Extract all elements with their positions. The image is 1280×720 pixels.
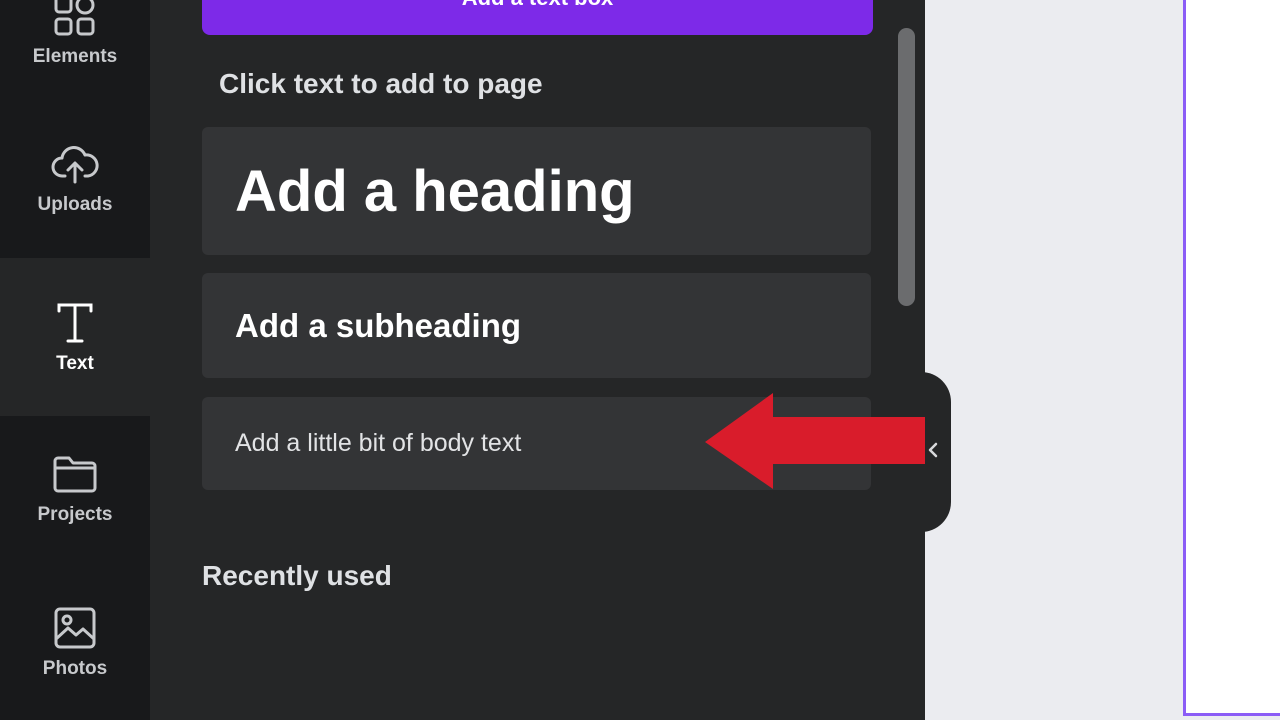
editor-window: Elements Uploads Text Projects Photos Cl…: [0, 0, 1280, 720]
chevron-left-icon: [926, 441, 940, 464]
rail-item-label: Photos: [42, 658, 108, 679]
panel-scrollbar[interactable]: [898, 28, 915, 306]
rail-item-label: Projects: [37, 504, 113, 525]
rail-item-uploads[interactable]: Uploads: [0, 140, 150, 250]
rail-item-elements[interactable]: Elements: [0, 0, 150, 84]
rail-item-photos[interactable]: Photos: [0, 604, 150, 704]
photo-icon: [51, 604, 99, 652]
rail-item-label: Elements: [32, 46, 118, 67]
click-text-title: Click text to add to page: [219, 68, 543, 99]
rail-item-label: Text: [56, 353, 94, 374]
folder-icon: [51, 450, 99, 498]
rail-item-text[interactable]: Text: [0, 258, 150, 416]
add-subheading-preset[interactable]: Add a subheading: [202, 273, 871, 378]
text-icon: [51, 299, 99, 347]
design-page[interactable]: [1183, 0, 1280, 716]
rail-item-projects[interactable]: Projects: [0, 450, 150, 550]
cloud-upload-icon: [51, 140, 99, 188]
red-arrow-annotation-icon: [705, 393, 925, 489]
text-panel: Add a text box Click text to add to page…: [150, 0, 925, 720]
elements-icon: [51, 0, 99, 40]
add-text-box-button[interactable]: Add a text box: [202, 0, 873, 35]
side-rail: Elements Uploads Text Projects Photos: [0, 0, 150, 720]
add-heading-preset[interactable]: Add a heading: [202, 127, 871, 255]
rail-item-label: Uploads: [37, 194, 113, 215]
recently-used-title: Recently used: [202, 560, 392, 591]
